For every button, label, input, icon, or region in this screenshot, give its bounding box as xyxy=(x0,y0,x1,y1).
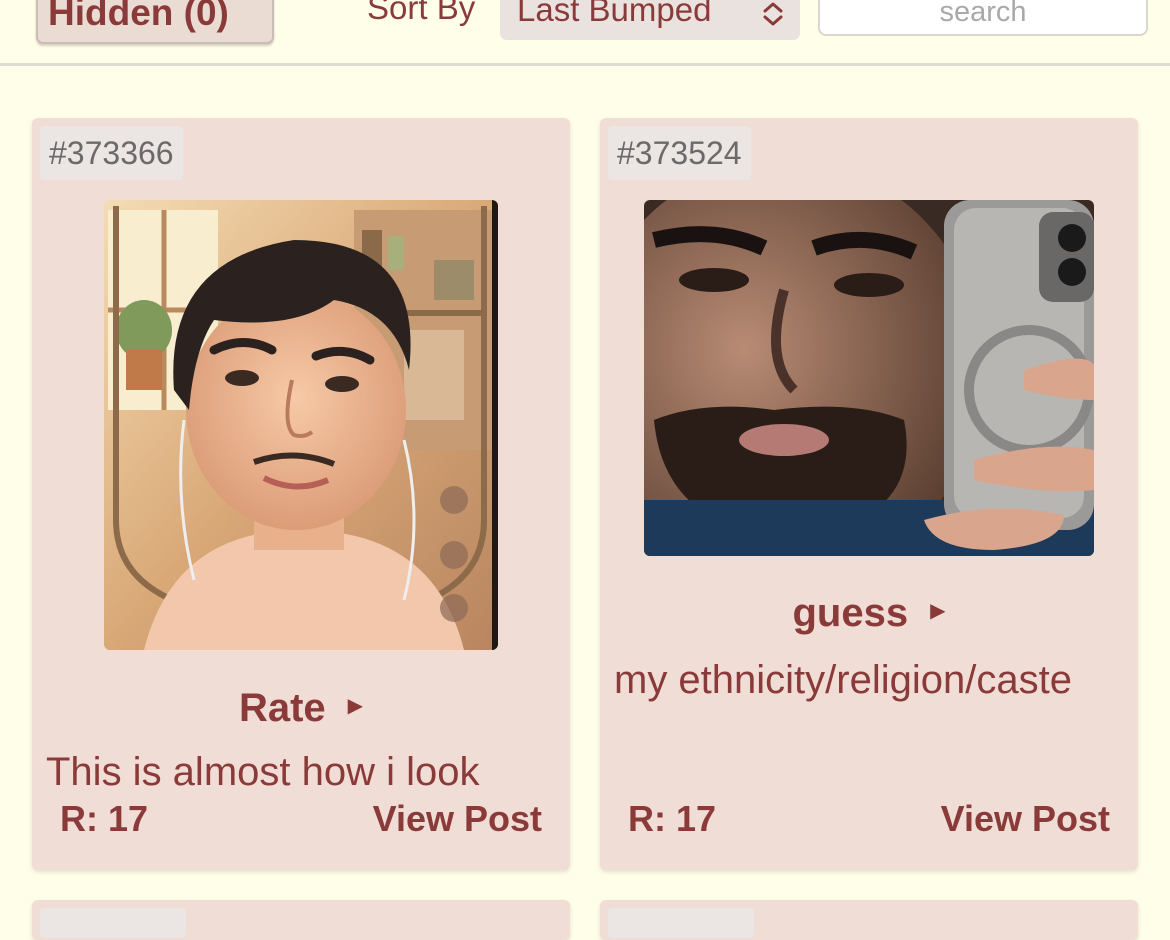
post-id-partial xyxy=(40,908,186,938)
view-post-link[interactable]: View Post xyxy=(941,797,1110,841)
triangle-right-icon: ▶ xyxy=(930,600,946,623)
post-title-text: guess xyxy=(792,591,909,635)
post-id: #373524 xyxy=(608,126,751,180)
post-thumbnail[interactable] xyxy=(644,200,1094,556)
selfie-photo-image xyxy=(644,200,1094,556)
post-id: #373366 xyxy=(40,126,183,180)
hidden-threads-button[interactable]: Hidden (0) xyxy=(36,0,274,44)
post-thumbnail[interactable] xyxy=(104,200,498,650)
post-title[interactable]: Rate ▶ xyxy=(32,684,570,734)
sort-select-value: Last Bumped xyxy=(517,0,712,28)
search-input[interactable] xyxy=(818,0,1148,36)
post-card-partial[interactable] xyxy=(32,900,570,940)
view-post-link[interactable]: View Post xyxy=(373,797,542,841)
illustrated-portrait-image xyxy=(104,200,498,650)
reply-count: R: 17 xyxy=(60,798,149,839)
catalog-toolbar: Hidden (0) Sort By Last Bumped xyxy=(0,0,1170,66)
sort-select[interactable]: Last Bumped xyxy=(500,0,800,40)
post-excerpt: This is almost how i look xyxy=(46,750,480,794)
post-excerpt: my ethnicity/religion/caste xyxy=(614,658,1072,702)
triangle-right-icon: ▶ xyxy=(347,695,364,718)
reply-count: R: 17 xyxy=(628,798,717,839)
post-title[interactable]: guess ▶ xyxy=(600,589,1138,639)
post-card[interactable]: #373366 Rate ▶ This is almost how i look… xyxy=(32,118,570,870)
post-card[interactable]: #373524 guess ▶ my ethnicity/religion/ca… xyxy=(600,118,1138,870)
chevron-up-down-icon xyxy=(763,2,783,26)
post-title-text: Rate xyxy=(238,686,326,730)
post-card-partial[interactable] xyxy=(600,900,1138,940)
post-id-partial xyxy=(608,908,754,938)
sort-by-label: Sort By xyxy=(367,0,476,26)
